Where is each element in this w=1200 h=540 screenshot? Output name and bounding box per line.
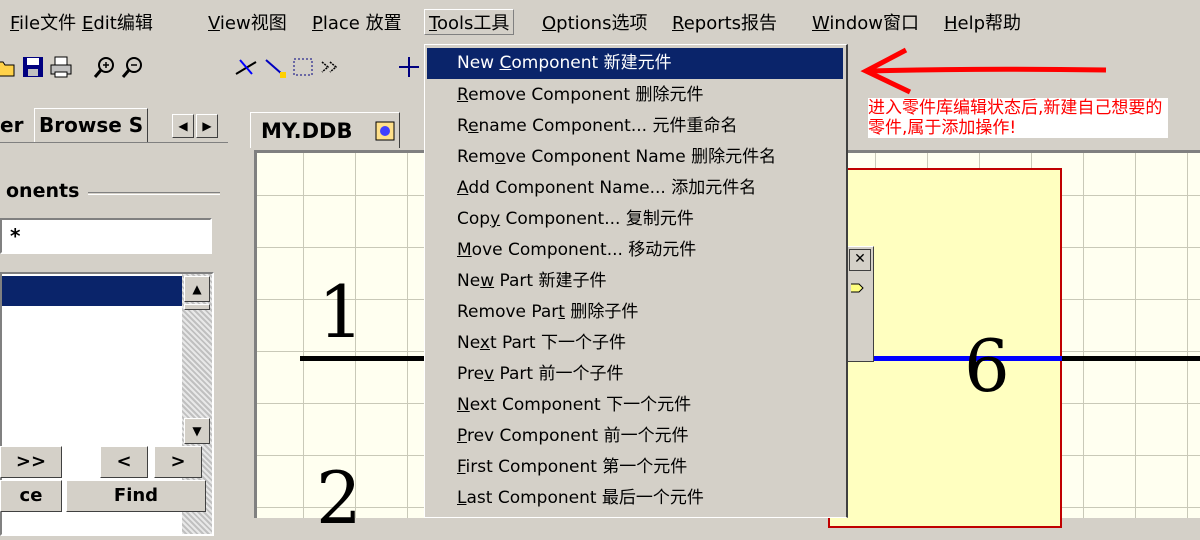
pin-number-1: 1: [318, 270, 364, 354]
menu-window[interactable]: Window窗口: [812, 12, 919, 36]
last-button[interactable]: >>: [0, 446, 62, 478]
toolbar: [0, 44, 430, 90]
next-button[interactable]: >: [154, 446, 202, 478]
menu-item-last-component[interactable]: Last Component 最后一个元件: [427, 483, 843, 514]
menu-item-move-component[interactable]: Move Component... 移动元件: [427, 235, 843, 266]
menu-reports[interactable]: Reports报告: [672, 12, 777, 36]
cut-wire-icon[interactable]: [234, 54, 260, 80]
pin-6-highlight[interactable]: [848, 356, 1062, 361]
draw-line-icon[interactable]: [262, 54, 288, 80]
menu-options[interactable]: Options选项: [542, 12, 647, 36]
save-icon[interactable]: [20, 54, 46, 80]
zoom-in-icon[interactable]: [92, 54, 118, 80]
pin-number-2: 2: [316, 456, 362, 540]
component-filter-input[interactable]: *: [0, 218, 212, 254]
pin-6-line[interactable]: [1062, 356, 1200, 361]
prev-button[interactable]: <: [100, 446, 148, 478]
red-arrow-annotation: [860, 47, 1107, 95]
components-group-title: onents: [6, 180, 80, 202]
menu-item-next-component[interactable]: Next Component 下一个元件: [427, 390, 843, 421]
selected-list-item[interactable]: [2, 276, 182, 306]
menu-item-next-part[interactable]: Next Part 下一个子件: [427, 328, 843, 359]
menu-item-first-component[interactable]: First Component 第一个元件: [427, 452, 843, 483]
menu-file[interactable]: File文件: [10, 12, 76, 36]
browse-panel: er Browse S ◀ ▶ onents * ▲ ▼ >> < > ce F…: [0, 96, 232, 536]
close-icon[interactable]: ✕: [849, 249, 871, 271]
find-button[interactable]: Find: [66, 480, 206, 512]
menu-view[interactable]: View视图: [208, 12, 287, 36]
menu-bar: File文件 Edit编辑 View视图 Place 放置 Tools工具 Op…: [0, 0, 1200, 44]
tab-browse-sch[interactable]: Browse S: [34, 108, 149, 142]
menu-item-rename-component[interactable]: Rename Component... 元件重命名: [427, 111, 843, 142]
document-tab-label: MY.DDB: [261, 119, 353, 143]
menu-item-remove-component[interactable]: Remove Component 删除元件: [427, 80, 843, 111]
tab-scroll-right-button[interactable]: ▶: [196, 114, 218, 138]
scroll-down-button[interactable]: ▼: [184, 418, 210, 444]
menu-item-new-component[interactable]: New Component 新建元件: [427, 48, 843, 79]
menu-tools[interactable]: Tools工具: [424, 9, 515, 35]
open-icon[interactable]: [0, 54, 18, 80]
print-icon[interactable]: [48, 54, 74, 80]
tab-explorer[interactable]: er: [0, 108, 23, 142]
zoom-out-icon[interactable]: [120, 54, 146, 80]
menu-item-remove-part[interactable]: Remove Part 删除子件: [427, 297, 843, 328]
menu-item-prev-part[interactable]: Prev Part 前一个子件: [427, 359, 843, 390]
annotation-note: 进入零件库编辑状态后,新建自己想要的零件,属于添加操作!: [868, 98, 1168, 138]
tools-menu: New Component 新建元件 Remove Component 删除元件…: [424, 44, 848, 518]
menu-edit[interactable]: Edit编辑: [82, 12, 153, 36]
menu-item-add-component-name[interactable]: Add Component Name... 添加元件名: [427, 173, 843, 204]
floating-palette[interactable]: ✕: [846, 246, 874, 362]
scroll-up-button[interactable]: ▲: [184, 276, 210, 302]
menu-help[interactable]: Help帮助: [944, 12, 1021, 36]
menu-place[interactable]: Place 放置: [312, 12, 402, 36]
place-button[interactable]: ce: [0, 480, 62, 512]
document-tab[interactable]: MY.DDB: [250, 112, 400, 148]
tab-scroll-left-button[interactable]: ◀: [172, 114, 194, 138]
group-divider: [88, 192, 220, 195]
ieee-symbol-icon[interactable]: [849, 279, 867, 297]
document-icon: [375, 121, 395, 141]
menu-item-new-part[interactable]: New Part 新建子件: [427, 266, 843, 297]
menu-item-remove-component-name[interactable]: Remove Component Name 删除元件名: [427, 142, 843, 173]
crosshair-icon[interactable]: [396, 54, 422, 80]
scroll-thumb[interactable]: [184, 304, 210, 310]
select-rect-icon[interactable]: [290, 54, 316, 80]
menu-item-prev-component[interactable]: Prev Component 前一个元件: [427, 421, 843, 452]
move-selection-icon[interactable]: [318, 54, 344, 80]
pin-1-line[interactable]: [300, 356, 424, 361]
panel-tab-bar: er Browse S ◀ ▶: [0, 108, 228, 143]
pin-number-6: 6: [964, 324, 1010, 408]
menu-item-copy-component[interactable]: Copy Component... 复制元件: [427, 204, 843, 235]
